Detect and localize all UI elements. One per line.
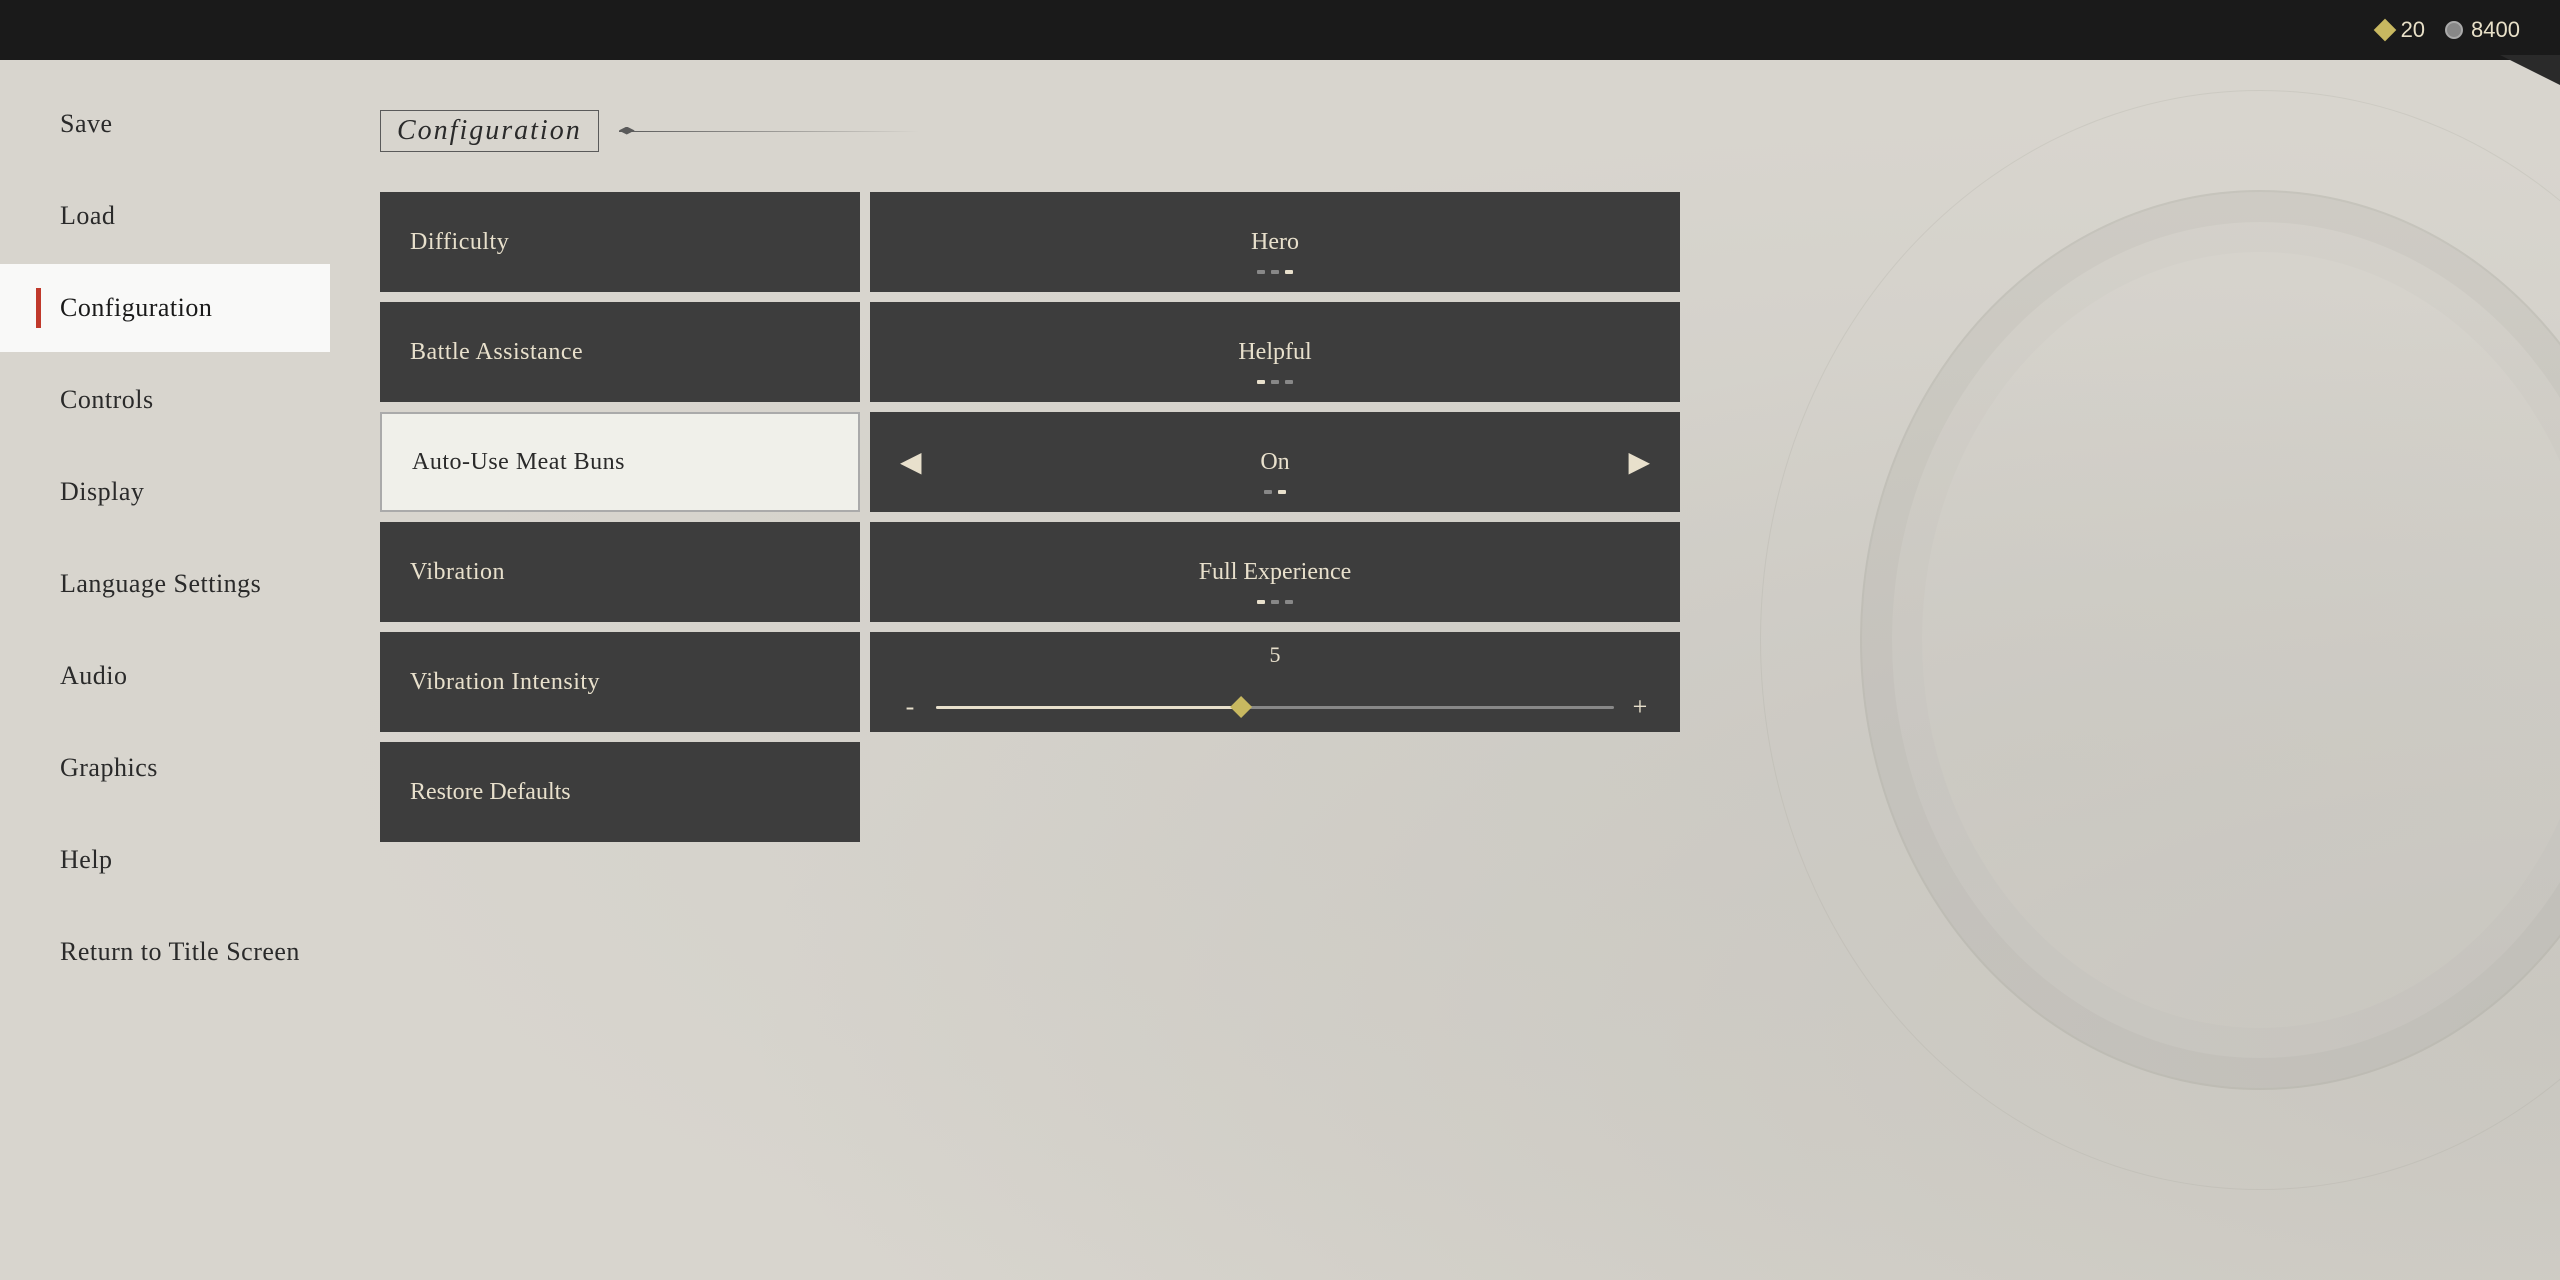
setting-row-auto-use-meat-buns: Auto-Use Meat Buns ◀ On ▶ bbox=[380, 412, 1680, 512]
battle-assistance-value[interactable]: Helpful bbox=[870, 302, 1680, 402]
battle-assistance-label: Battle Assistance bbox=[380, 302, 860, 402]
difficulty-indicators bbox=[1257, 270, 1293, 274]
difficulty-value[interactable]: Hero bbox=[870, 192, 1680, 292]
vibration-value[interactable]: Full Experience bbox=[870, 522, 1680, 622]
circle-icon bbox=[2445, 21, 2463, 39]
sidebar-item-configuration[interactable]: Configuration bbox=[0, 264, 330, 352]
diamond-currency-group: 20 bbox=[2377, 17, 2425, 43]
vibration-intensity-slider-container[interactable]: 5 - + bbox=[870, 632, 1680, 732]
main-content: Configuration Difficulty Hero Battle Ass… bbox=[330, 60, 2560, 1280]
sidebar-item-load[interactable]: Load bbox=[0, 172, 330, 260]
auto-use-meat-buns-label: Auto-Use Meat Buns bbox=[380, 412, 860, 512]
config-header: Configuration bbox=[380, 110, 2500, 152]
auto-use-meat-buns-dot-2 bbox=[1278, 490, 1286, 494]
sidebar-item-help[interactable]: Help bbox=[0, 816, 330, 904]
vibration-intensity-thumb[interactable] bbox=[1230, 696, 1252, 718]
vibration-dot-1 bbox=[1257, 600, 1265, 604]
vibration-intensity-value: 5 bbox=[1270, 642, 1281, 668]
vibration-dot-2 bbox=[1271, 600, 1279, 604]
sidebar: Save Load Configuration Controls Display… bbox=[0, 60, 330, 1280]
difficulty-label: Difficulty bbox=[380, 192, 860, 292]
vibration-intensity-minus[interactable]: - bbox=[900, 692, 920, 722]
difficulty-dot-3 bbox=[1285, 270, 1293, 274]
battle-assistance-indicators bbox=[1257, 380, 1293, 384]
vibration-label: Vibration bbox=[380, 522, 860, 622]
battle-assistance-dot-2 bbox=[1271, 380, 1279, 384]
circle-currency-group: 8400 bbox=[2445, 17, 2520, 43]
sidebar-item-display[interactable]: Display bbox=[0, 448, 330, 536]
sidebar-label-audio: Audio bbox=[60, 661, 128, 691]
sidebar-label-display: Display bbox=[60, 477, 144, 507]
vibration-intensity-plus[interactable]: + bbox=[1630, 692, 1650, 722]
config-title: Configuration bbox=[380, 110, 599, 152]
vibration-intensity-label: Vibration Intensity bbox=[380, 632, 860, 732]
config-header-line bbox=[619, 131, 919, 132]
battle-assistance-dot-3 bbox=[1285, 380, 1293, 384]
top-bar: 20 8400 bbox=[0, 0, 2560, 60]
sidebar-label-load: Load bbox=[60, 201, 115, 231]
sidebar-item-audio[interactable]: Audio bbox=[0, 632, 330, 720]
battle-assistance-dot-1 bbox=[1257, 380, 1265, 384]
sidebar-item-save[interactable]: Save bbox=[0, 80, 330, 168]
auto-use-meat-buns-indicators bbox=[1264, 490, 1286, 494]
auto-use-meat-buns-arrow-left[interactable]: ◀ bbox=[900, 445, 922, 479]
auto-use-meat-buns-dot-1 bbox=[1264, 490, 1272, 494]
circle-amount: 8400 bbox=[2471, 17, 2520, 43]
sidebar-item-graphics[interactable]: Graphics bbox=[0, 724, 330, 812]
setting-row-difficulty: Difficulty Hero bbox=[380, 192, 1680, 292]
setting-row-vibration: Vibration Full Experience bbox=[380, 522, 1680, 622]
restore-defaults-row: Restore Defaults bbox=[380, 742, 860, 842]
sidebar-item-return-to-title[interactable]: Return to Title Screen bbox=[0, 908, 330, 996]
sidebar-label-help: Help bbox=[60, 845, 113, 875]
sidebar-label-return-to-title: Return to Title Screen bbox=[60, 937, 300, 967]
sidebar-label-configuration: Configuration bbox=[60, 293, 212, 323]
sidebar-label-save: Save bbox=[60, 109, 113, 139]
vibration-dot-3 bbox=[1285, 600, 1293, 604]
settings-container: Difficulty Hero Battle Assistance Helpfu… bbox=[380, 192, 1680, 842]
setting-row-vibration-intensity: Vibration Intensity 5 - + bbox=[380, 632, 1680, 732]
vibration-intensity-fill bbox=[936, 706, 1241, 709]
diamond-icon bbox=[2373, 19, 2396, 42]
sidebar-item-controls[interactable]: Controls bbox=[0, 356, 330, 444]
auto-use-meat-buns-arrow-right[interactable]: ▶ bbox=[1628, 445, 1650, 479]
sidebar-label-language-settings: Language Settings bbox=[60, 569, 261, 599]
restore-defaults-button[interactable]: Restore Defaults bbox=[380, 742, 860, 842]
auto-use-meat-buns-value[interactable]: ◀ On ▶ bbox=[870, 412, 1680, 512]
difficulty-dot-2 bbox=[1271, 270, 1279, 274]
vibration-intensity-controls: - + bbox=[900, 692, 1650, 722]
sidebar-item-language-settings[interactable]: Language Settings bbox=[0, 540, 330, 628]
diamond-amount: 20 bbox=[2401, 17, 2425, 43]
vibration-indicators bbox=[1257, 600, 1293, 604]
difficulty-dot-1 bbox=[1257, 270, 1265, 274]
sidebar-label-controls: Controls bbox=[60, 385, 154, 415]
setting-row-battle-assistance: Battle Assistance Helpful bbox=[380, 302, 1680, 402]
vibration-intensity-track[interactable] bbox=[936, 706, 1614, 709]
sidebar-label-graphics: Graphics bbox=[60, 753, 158, 783]
